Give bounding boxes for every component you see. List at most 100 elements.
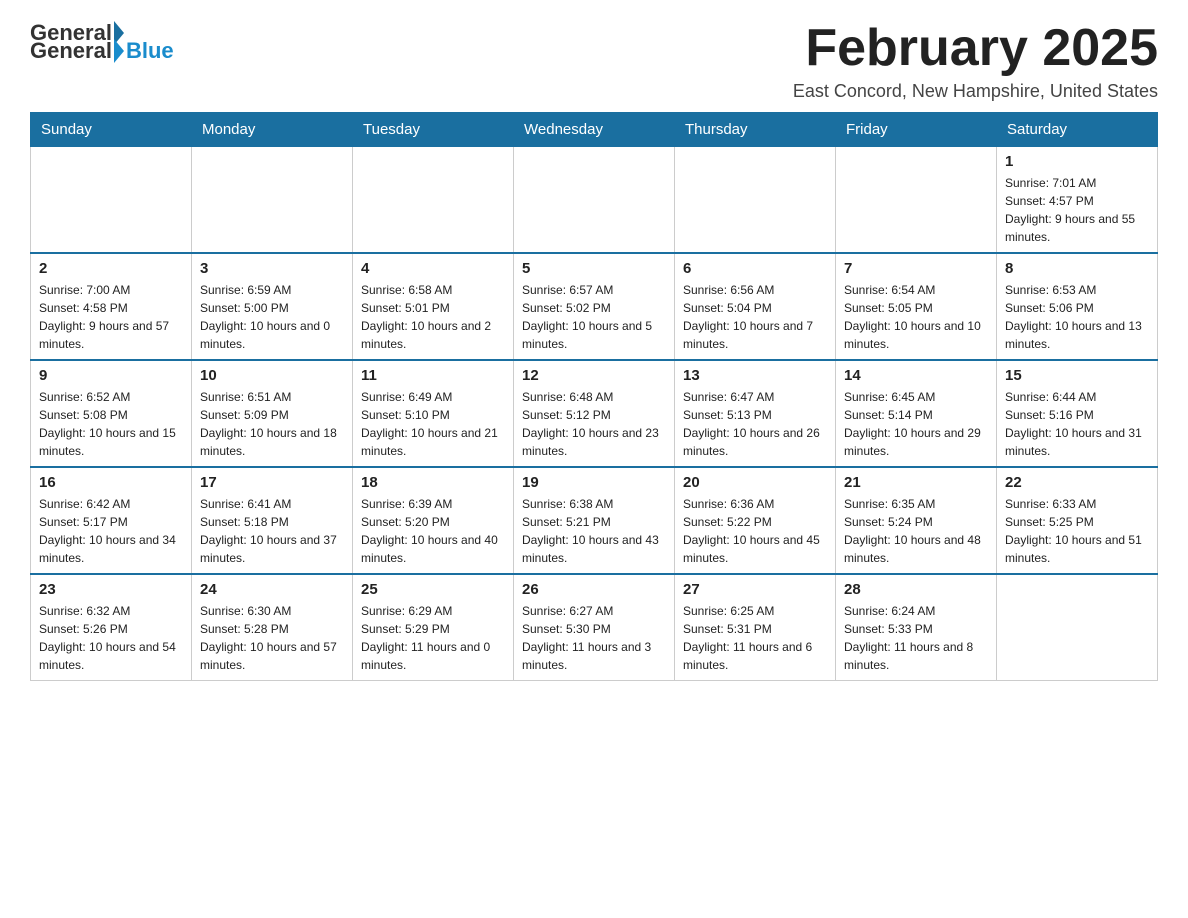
- day-number: 1: [1005, 153, 1149, 170]
- day-info: Sunrise: 6:48 AMSunset: 5:12 PMDaylight:…: [522, 388, 666, 460]
- calendar-cell: 5 Sunrise: 6:57 AMSunset: 5:02 PMDaylight…: [514, 253, 675, 360]
- day-info: Sunrise: 6:56 AMSunset: 5:04 PMDaylight:…: [683, 281, 827, 353]
- day-number: 10: [200, 367, 344, 384]
- page-header: General General Blue February 2025 East …: [30, 20, 1158, 102]
- day-info: Sunrise: 7:00 AMSunset: 4:58 PMDaylight:…: [39, 281, 183, 353]
- day-of-week-header: Sunday: [31, 113, 192, 147]
- day-info: Sunrise: 6:49 AMSunset: 5:10 PMDaylight:…: [361, 388, 505, 460]
- calendar-cell: 25 Sunrise: 6:29 AMSunset: 5:29 PMDayligh…: [353, 574, 514, 681]
- calendar-cell: 24Sunrise: 6:30 AMSunset: 5:28 PMDayligh…: [192, 574, 353, 681]
- day-number: 3: [200, 260, 344, 277]
- day-number: 5: [522, 260, 666, 277]
- day-number: 21: [844, 474, 988, 491]
- day-number: 12: [522, 367, 666, 384]
- calendar-cell: 19 Sunrise: 6:38 AMSunset: 5:21 PMDayligh…: [514, 467, 675, 574]
- day-info: Sunrise: 6:42 AMSunset: 5:17 PMDaylight:…: [39, 495, 183, 567]
- calendar-cell: 20Sunrise: 6:36 AMSunset: 5:22 PMDayligh…: [675, 467, 836, 574]
- calendar-cell: 14Sunrise: 6:45 AMSunset: 5:14 PMDayligh…: [836, 360, 997, 467]
- day-number: 23: [39, 581, 183, 598]
- logo: General General Blue: [30, 20, 174, 64]
- calendar-cell: 6 Sunrise: 6:56 AMSunset: 5:04 PMDaylight…: [675, 253, 836, 360]
- day-number: 6: [683, 260, 827, 277]
- calendar-cell: 4Sunrise: 6:58 AMSunset: 5:01 PMDaylight…: [353, 253, 514, 360]
- calendar-header-row: SundayMondayTuesdayWednesdayThursdayFrid…: [31, 113, 1158, 147]
- week-row: 2 Sunrise: 7:00 AMSunset: 4:58 PMDaylight…: [31, 253, 1158, 360]
- day-info: Sunrise: 6:24 AMSunset: 5:33 PMDaylight:…: [844, 602, 988, 674]
- calendar-cell: 27Sunrise: 6:25 AMSunset: 5:31 PMDayligh…: [675, 574, 836, 681]
- day-number: 24: [200, 581, 344, 598]
- day-of-week-header: Tuesday: [353, 113, 514, 147]
- calendar-title: February 2025: [793, 20, 1158, 77]
- day-info: Sunrise: 6:47 AMSunset: 5:13 PMDaylight:…: [683, 388, 827, 460]
- day-number: 15: [1005, 367, 1149, 384]
- day-number: 18: [361, 474, 505, 491]
- day-info: Sunrise: 6:33 AMSunset: 5:25 PMDaylight:…: [1005, 495, 1149, 567]
- calendar-cell: 13 Sunrise: 6:47 AMSunset: 5:13 PMDayligh…: [675, 360, 836, 467]
- calendar-cell: 17 Sunrise: 6:41 AMSunset: 5:18 PMDayligh…: [192, 467, 353, 574]
- day-info: Sunrise: 6:41 AMSunset: 5:18 PMDaylight:…: [200, 495, 344, 567]
- calendar-cell: 16Sunrise: 6:42 AMSunset: 5:17 PMDayligh…: [31, 467, 192, 574]
- day-info: Sunrise: 6:35 AMSunset: 5:24 PMDaylight:…: [844, 495, 988, 567]
- day-info: Sunrise: 7:01 AMSunset: 4:57 PMDaylight:…: [1005, 174, 1149, 246]
- logo-blue-text: Blue: [126, 38, 174, 64]
- day-info: Sunrise: 6:27 AMSunset: 5:30 PMDaylight:…: [522, 602, 666, 674]
- day-info: Sunrise: 6:53 AMSunset: 5:06 PMDaylight:…: [1005, 281, 1149, 353]
- day-info: Sunrise: 6:39 AMSunset: 5:20 PMDaylight:…: [361, 495, 505, 567]
- calendar-cell: 28 Sunrise: 6:24 AMSunset: 5:33 PMDayligh…: [836, 574, 997, 681]
- day-number: 8: [1005, 260, 1149, 277]
- day-info: Sunrise: 6:54 AMSunset: 5:05 PMDaylight:…: [844, 281, 988, 353]
- day-of-week-header: Monday: [192, 113, 353, 147]
- day-number: 20: [683, 474, 827, 491]
- day-info: Sunrise: 6:58 AMSunset: 5:01 PMDaylight:…: [361, 281, 505, 353]
- calendar-cell: 1 Sunrise: 7:01 AMSunset: 4:57 PMDaylight…: [997, 147, 1158, 254]
- calendar-cell: 11Sunrise: 6:49 AMSunset: 5:10 PMDayligh…: [353, 360, 514, 467]
- calendar-cell: [31, 147, 192, 254]
- calendar-subtitle: East Concord, New Hampshire, United Stat…: [793, 81, 1158, 102]
- day-of-week-header: Friday: [836, 113, 997, 147]
- day-info: Sunrise: 6:57 AMSunset: 5:02 PMDaylight:…: [522, 281, 666, 353]
- calendar-cell: 10 Sunrise: 6:51 AMSunset: 5:09 PMDayligh…: [192, 360, 353, 467]
- calendar-cell: 18 Sunrise: 6:39 AMSunset: 5:20 PMDayligh…: [353, 467, 514, 574]
- day-of-week-header: Wednesday: [514, 113, 675, 147]
- day-number: 22: [1005, 474, 1149, 491]
- day-number: 25: [361, 581, 505, 598]
- day-number: 9: [39, 367, 183, 384]
- day-info: Sunrise: 6:45 AMSunset: 5:14 PMDaylight:…: [844, 388, 988, 460]
- calendar-cell: 2 Sunrise: 7:00 AMSunset: 4:58 PMDaylight…: [31, 253, 192, 360]
- day-number: 7: [844, 260, 988, 277]
- day-info: Sunrise: 6:25 AMSunset: 5:31 PMDaylight:…: [683, 602, 827, 674]
- calendar-cell: [675, 147, 836, 254]
- title-block: February 2025 East Concord, New Hampshir…: [793, 20, 1158, 102]
- calendar-cell: 21 Sunrise: 6:35 AMSunset: 5:24 PMDayligh…: [836, 467, 997, 574]
- day-of-week-header: Saturday: [997, 113, 1158, 147]
- calendar-cell: 9 Sunrise: 6:52 AMSunset: 5:08 PMDaylight…: [31, 360, 192, 467]
- calendar-cell: 7 Sunrise: 6:54 AMSunset: 5:05 PMDaylight…: [836, 253, 997, 360]
- day-number: 19: [522, 474, 666, 491]
- calendar-cell: 8 Sunrise: 6:53 AMSunset: 5:06 PMDaylight…: [997, 253, 1158, 360]
- logo-general-text2: General: [30, 38, 112, 64]
- day-info: Sunrise: 6:32 AMSunset: 5:26 PMDaylight:…: [39, 602, 183, 674]
- calendar-cell: 15Sunrise: 6:44 AMSunset: 5:16 PMDayligh…: [997, 360, 1158, 467]
- calendar-cell: [353, 147, 514, 254]
- calendar-cell: [836, 147, 997, 254]
- calendar-cell: 22 Sunrise: 6:33 AMSunset: 5:25 PMDayligh…: [997, 467, 1158, 574]
- calendar-cell: 12 Sunrise: 6:48 AMSunset: 5:12 PMDayligh…: [514, 360, 675, 467]
- week-row: 16Sunrise: 6:42 AMSunset: 5:17 PMDayligh…: [31, 467, 1158, 574]
- day-number: 13: [683, 367, 827, 384]
- day-info: Sunrise: 6:51 AMSunset: 5:09 PMDaylight:…: [200, 388, 344, 460]
- day-number: 26: [522, 581, 666, 598]
- calendar-cell: [514, 147, 675, 254]
- calendar-cell: [997, 574, 1158, 681]
- day-info: Sunrise: 6:29 AMSunset: 5:29 PMDaylight:…: [361, 602, 505, 674]
- day-of-week-header: Thursday: [675, 113, 836, 147]
- day-info: Sunrise: 6:38 AMSunset: 5:21 PMDaylight:…: [522, 495, 666, 567]
- day-number: 2: [39, 260, 183, 277]
- calendar-cell: 3Sunrise: 6:59 AMSunset: 5:00 PMDaylight…: [192, 253, 353, 360]
- day-info: Sunrise: 6:52 AMSunset: 5:08 PMDaylight:…: [39, 388, 183, 460]
- calendar-cell: [192, 147, 353, 254]
- day-number: 28: [844, 581, 988, 598]
- week-row: 23 Sunrise: 6:32 AMSunset: 5:26 PMDayligh…: [31, 574, 1158, 681]
- calendar-cell: 26 Sunrise: 6:27 AMSunset: 5:30 PMDayligh…: [514, 574, 675, 681]
- day-number: 17: [200, 474, 344, 491]
- week-row: 1 Sunrise: 7:01 AMSunset: 4:57 PMDaylight…: [31, 147, 1158, 254]
